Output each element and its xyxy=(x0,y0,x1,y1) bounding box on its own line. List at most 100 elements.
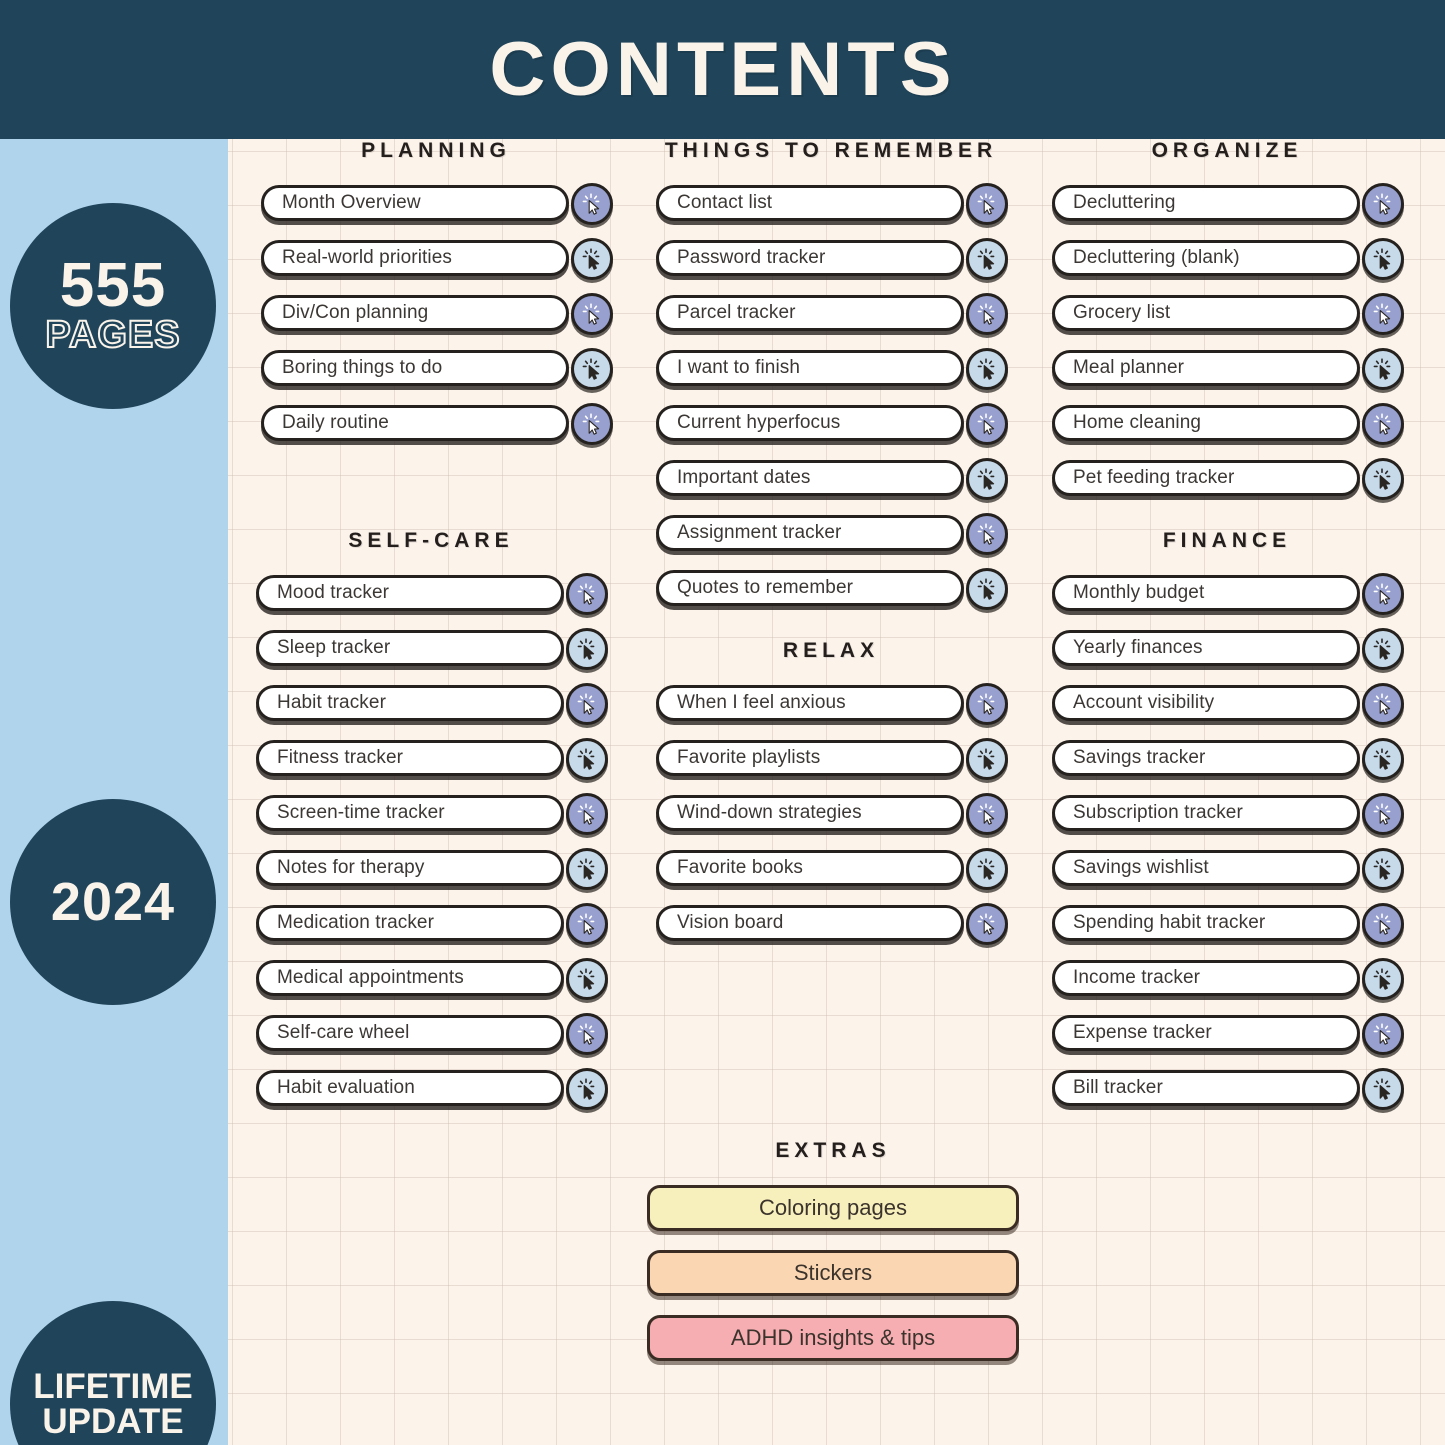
list-item[interactable]: Grocery list xyxy=(1052,293,1404,335)
content-link-pill[interactable]: Month Overview xyxy=(261,185,569,221)
cursor-click-icon[interactable] xyxy=(1362,793,1404,835)
list-item[interactable]: Yearly finances xyxy=(1052,628,1404,670)
cursor-click-icon[interactable] xyxy=(566,793,608,835)
list-item[interactable]: Medical appointments xyxy=(256,958,608,1000)
cursor-click-icon[interactable] xyxy=(1362,1068,1404,1110)
content-link-pill[interactable]: Contact list xyxy=(656,185,964,221)
content-link-pill[interactable]: Mood tracker xyxy=(256,575,564,611)
list-item[interactable]: When I feel anxious xyxy=(656,683,1008,725)
list-item[interactable]: Month Overview xyxy=(261,183,613,225)
content-link-pill[interactable]: Important dates xyxy=(656,460,964,496)
content-link-pill[interactable]: Savings tracker xyxy=(1052,740,1360,776)
list-item[interactable]: Screen-time tracker xyxy=(256,793,608,835)
list-item[interactable]: Subscription tracker xyxy=(1052,793,1404,835)
content-link-pill[interactable]: Yearly finances xyxy=(1052,630,1360,666)
cursor-click-icon[interactable] xyxy=(566,1068,608,1110)
content-link-pill[interactable]: Screen-time tracker xyxy=(256,795,564,831)
extras-button[interactable]: Coloring pages xyxy=(647,1185,1019,1231)
list-item[interactable]: Habit evaluation xyxy=(256,1068,608,1110)
cursor-click-icon[interactable] xyxy=(966,793,1008,835)
list-item[interactable]: Contact list xyxy=(656,183,1008,225)
cursor-click-icon[interactable] xyxy=(1362,458,1404,500)
content-link-pill[interactable]: Habit tracker xyxy=(256,685,564,721)
cursor-click-icon[interactable] xyxy=(1362,183,1404,225)
list-item[interactable]: Notes for therapy xyxy=(256,848,608,890)
cursor-click-icon[interactable] xyxy=(566,738,608,780)
cursor-click-icon[interactable] xyxy=(566,683,608,725)
content-link-pill[interactable]: Monthly budget xyxy=(1052,575,1360,611)
content-link-pill[interactable]: Daily routine xyxy=(261,405,569,441)
cursor-click-icon[interactable] xyxy=(966,683,1008,725)
cursor-click-icon[interactable] xyxy=(1362,628,1404,670)
cursor-click-icon[interactable] xyxy=(571,403,613,445)
cursor-click-icon[interactable] xyxy=(566,958,608,1000)
content-link-pill[interactable]: Medical appointments xyxy=(256,960,564,996)
content-link-pill[interactable]: I want to finish xyxy=(656,350,964,386)
cursor-click-icon[interactable] xyxy=(966,513,1008,555)
list-item[interactable]: Habit tracker xyxy=(256,683,608,725)
cursor-click-icon[interactable] xyxy=(966,848,1008,890)
extras-button[interactable]: ADHD insights & tips xyxy=(647,1315,1019,1361)
content-link-pill[interactable]: When I feel anxious xyxy=(656,685,964,721)
list-item[interactable]: Important dates xyxy=(656,458,1008,500)
cursor-click-icon[interactable] xyxy=(571,348,613,390)
content-link-pill[interactable]: Decluttering xyxy=(1052,185,1360,221)
cursor-click-icon[interactable] xyxy=(1362,738,1404,780)
content-link-pill[interactable]: Favorite playlists xyxy=(656,740,964,776)
list-item[interactable]: Monthly budget xyxy=(1052,573,1404,615)
list-item[interactable]: Parcel tracker xyxy=(656,293,1008,335)
list-item[interactable]: I want to finish xyxy=(656,348,1008,390)
cursor-click-icon[interactable] xyxy=(1362,403,1404,445)
list-item[interactable]: Decluttering xyxy=(1052,183,1404,225)
cursor-click-icon[interactable] xyxy=(1362,293,1404,335)
list-item[interactable]: Savings wishlist xyxy=(1052,848,1404,890)
content-link-pill[interactable]: Expense tracker xyxy=(1052,1015,1360,1051)
cursor-click-icon[interactable] xyxy=(966,738,1008,780)
content-link-pill[interactable]: Boring things to do xyxy=(261,350,569,386)
cursor-click-icon[interactable] xyxy=(571,238,613,280)
cursor-click-icon[interactable] xyxy=(571,183,613,225)
list-item[interactable]: Sleep tracker xyxy=(256,628,608,670)
content-link-pill[interactable]: Notes for therapy xyxy=(256,850,564,886)
content-link-pill[interactable]: Home cleaning xyxy=(1052,405,1360,441)
list-item[interactable]: Savings tracker xyxy=(1052,738,1404,780)
cursor-click-icon[interactable] xyxy=(966,903,1008,945)
list-item[interactable]: Home cleaning xyxy=(1052,403,1404,445)
cursor-click-icon[interactable] xyxy=(566,573,608,615)
content-link-pill[interactable]: Quotes to remember xyxy=(656,570,964,606)
list-item[interactable]: Current hyperfocus xyxy=(656,403,1008,445)
cursor-click-icon[interactable] xyxy=(966,348,1008,390)
list-item[interactable]: Meal planner xyxy=(1052,348,1404,390)
cursor-click-icon[interactable] xyxy=(1362,903,1404,945)
list-item[interactable]: Expense tracker xyxy=(1052,1013,1404,1055)
content-link-pill[interactable]: Account visibility xyxy=(1052,685,1360,721)
cursor-click-icon[interactable] xyxy=(966,293,1008,335)
cursor-click-icon[interactable] xyxy=(966,183,1008,225)
content-link-pill[interactable]: Parcel tracker xyxy=(656,295,964,331)
content-link-pill[interactable]: Bill tracker xyxy=(1052,1070,1360,1106)
content-link-pill[interactable]: Decluttering (blank) xyxy=(1052,240,1360,276)
list-item[interactable]: Real-world priorities xyxy=(261,238,613,280)
content-link-pill[interactable]: Subscription tracker xyxy=(1052,795,1360,831)
content-link-pill[interactable]: Income tracker xyxy=(1052,960,1360,996)
content-link-pill[interactable]: Savings wishlist xyxy=(1052,850,1360,886)
content-link-pill[interactable]: Real-world priorities xyxy=(261,240,569,276)
list-item[interactable]: Favorite books xyxy=(656,848,1008,890)
list-item[interactable]: Password tracker xyxy=(656,238,1008,280)
content-link-pill[interactable]: Meal planner xyxy=(1052,350,1360,386)
content-link-pill[interactable]: Habit evaluation xyxy=(256,1070,564,1106)
list-item[interactable]: Mood tracker xyxy=(256,573,608,615)
content-link-pill[interactable]: Pet feeding tracker xyxy=(1052,460,1360,496)
cursor-click-icon[interactable] xyxy=(566,903,608,945)
list-item[interactable]: Fitness tracker xyxy=(256,738,608,780)
cursor-click-icon[interactable] xyxy=(966,403,1008,445)
content-link-pill[interactable]: Fitness tracker xyxy=(256,740,564,776)
content-link-pill[interactable]: Medication tracker xyxy=(256,905,564,941)
content-link-pill[interactable]: Div/Con planning xyxy=(261,295,569,331)
list-item[interactable]: Self-care wheel xyxy=(256,1013,608,1055)
cursor-click-icon[interactable] xyxy=(571,293,613,335)
cursor-click-icon[interactable] xyxy=(566,1013,608,1055)
list-item[interactable]: Boring things to do xyxy=(261,348,613,390)
cursor-click-icon[interactable] xyxy=(1362,1013,1404,1055)
cursor-click-icon[interactable] xyxy=(966,238,1008,280)
